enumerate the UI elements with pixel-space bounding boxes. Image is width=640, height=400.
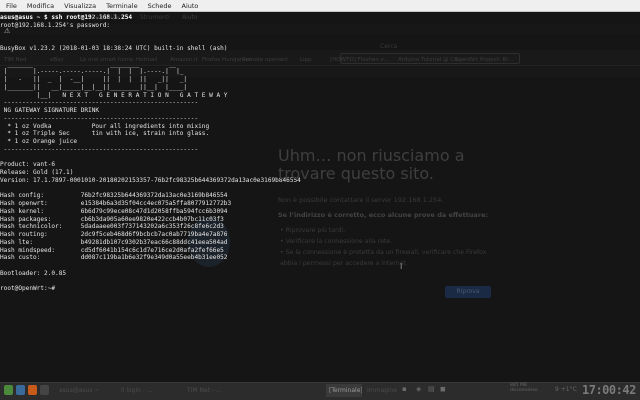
menu-icon[interactable]: [4, 385, 13, 395]
menu-visualizza[interactable]: Visualizza: [64, 2, 96, 10]
tray-app-icon[interactable]: ▪: [402, 385, 407, 393]
bookmark-item[interactable]: OpenWrt Project: Br...: [454, 57, 513, 63]
terminal-line: ----------------------------------------…: [0, 114, 199, 122]
network-monitor: 885 MB disconnesso: [510, 383, 538, 393]
tray-icon[interactable]: ◼: [440, 385, 446, 393]
browser-menu-item[interactable]: Segnalibri: [92, 14, 122, 21]
terminal-line: Hash lte: b49281db107c9302b37eac66c88ddc…: [0, 238, 228, 246]
terminal-line: Hash routing: 2dc9f5ceb468d6f9bcbcb7ac0a…: [0, 231, 228, 238]
terminal-line: ----------------------------------------…: [0, 145, 199, 153]
error-suggestions-list: Riprovare più tardi.Verificare la connes…: [280, 225, 500, 269]
retry-button[interactable]: Riprova: [445, 286, 491, 298]
browser-menu-item[interactable]: Aiuto: [182, 14, 198, 21]
menu-schede[interactable]: Schede: [148, 2, 172, 10]
shield-icon[interactable]: ◈: [416, 385, 421, 393]
taskbar-window-button[interactable]: asus@asus ~: [56, 384, 114, 397]
terminal-line: | - || _ | -__| || | | || _|| _|: [0, 76, 188, 83]
terminal-line: * 1 oz Triple Sec tin with ice, strain i…: [0, 130, 210, 138]
menu-modifica[interactable]: Modifica: [27, 2, 54, 10]
bookmark-item[interactable]: Amazon.it: [170, 57, 198, 63]
terminal-line: |_______|| __|_____|__|__||________||__|…: [0, 83, 188, 91]
terminal-line: Hash packages: cb6b3da905a60ee9820e422cc…: [0, 215, 224, 223]
terminal-line: | |.-----.-----.-----.| | | |.----.| |_: [0, 68, 184, 76]
terminal-line: Hash technicolor: 5dadaaee003f737143202a…: [0, 223, 224, 231]
suggestion-item: Riprovare più tardi.: [280, 225, 500, 236]
terminal-menubar: File Modifica Visualizza Terminale Schede Aiu…: [0, 0, 640, 12]
terminal-line: Bootloader: 2.0.85: [0, 269, 67, 277]
taskbar-window-button[interactable]: TIM Net - ...: [184, 384, 248, 397]
suggestion-item: Verificare la connessione alla rete.: [280, 236, 500, 247]
terminal-line: Hash config: 76b2fc98325b644369372da13ac…: [0, 192, 228, 200]
weather-indicator[interactable]: 9 +1°C: [555, 386, 577, 393]
bookmark-item[interactable]: [HOWTO] Flashen v...: [330, 57, 389, 63]
terminal-line: Hash mindspeed: cd5df6041b154c6c1d7e716c…: [0, 246, 224, 254]
network-icon[interactable]: ▤: [428, 385, 435, 393]
menu-terminale[interactable]: Terminale: [106, 2, 137, 10]
terminal-line: Product: vant-6: [0, 161, 56, 169]
network-down: disconnesso: [510, 388, 538, 393]
terminal-line: * 1 oz Orange juice: [0, 138, 78, 145]
terminal-line: ----------------------------------------…: [0, 99, 199, 107]
terminal-line: Hash kernel: 6b6d79c99ece08c47d1d2058ffb…: [0, 207, 228, 215]
bookmark-item[interactable]: TIM Ned: [4, 57, 26, 63]
terminal-line: root@192.168.1.254's password:: [0, 21, 111, 29]
firefox-icon[interactable]: [28, 385, 37, 395]
error-title: Uhm… non riusciamo a trovare questo sito…: [278, 146, 465, 183]
menu-aiuto[interactable]: Aiuto: [182, 2, 199, 10]
clock[interactable]: 17:00:42: [582, 383, 636, 397]
files-icon[interactable]: [16, 385, 25, 395]
terminal-line: Version: 17.1.7897-0001010-2018020215335…: [0, 176, 301, 184]
terminal-line: Hash openwrt: e15384b6a3d35f04cc4ec075a5…: [0, 200, 232, 207]
suggestion-item: Se la connessione è protetta da un firew…: [280, 247, 500, 269]
bookmark-item[interactable]: Lipp: [300, 57, 312, 63]
menu-file[interactable]: File: [6, 2, 17, 10]
terminal-line: NG GATEWAY SIGNATURE DRINK: [0, 107, 100, 114]
terminal-line: * 1 oz Vodka Pour all ingredients into m…: [0, 122, 210, 130]
terminal-line: |__| N E X T G E N E R A T I O N G A T E…: [0, 91, 228, 99]
text-cursor-icon: I: [400, 262, 403, 271]
browser-search-placeholder: Cerca: [380, 43, 398, 50]
taskbar-window-button[interactable]: Immagine: [364, 384, 398, 397]
terminal-icon[interactable]: [40, 385, 49, 395]
terminal-line: Hash custo: dd087c119ba1b6e32f9e349d0a55…: [0, 254, 228, 262]
terminal-line: Release: Gold (17.1): [0, 169, 74, 176]
taskbar-window-button[interactable]: [Terminale]: [326, 384, 362, 397]
bookmark-item[interactable]: Le mie smart home: [80, 57, 133, 63]
terminal-line: BusyBox v1.23.2 (2018-01-03 18:38:24 UTC…: [0, 45, 228, 52]
bookmark-item[interactable]: Hotmail: [136, 57, 157, 63]
terminal-line: root@OpenWrt:~#: [0, 285, 56, 293]
browser-menu-item[interactable]: Strumenti: [140, 14, 170, 21]
bookmark-item[interactable]: Remote openwrt: [242, 57, 288, 63]
warning-icon: ⚠: [4, 27, 11, 35]
bookmark-item[interactable]: Arduino Tutorial @ Ca...: [398, 57, 463, 63]
error-suggestions-heading: Se l’indirizzo è corretto, ecco alcune p…: [278, 211, 489, 219]
error-text: Non è possibile contattare il server 192…: [278, 196, 444, 204]
taskbar-window-button[interactable]: Il login - ...: [118, 384, 180, 397]
bookmark-item[interactable]: eBay: [50, 57, 64, 63]
